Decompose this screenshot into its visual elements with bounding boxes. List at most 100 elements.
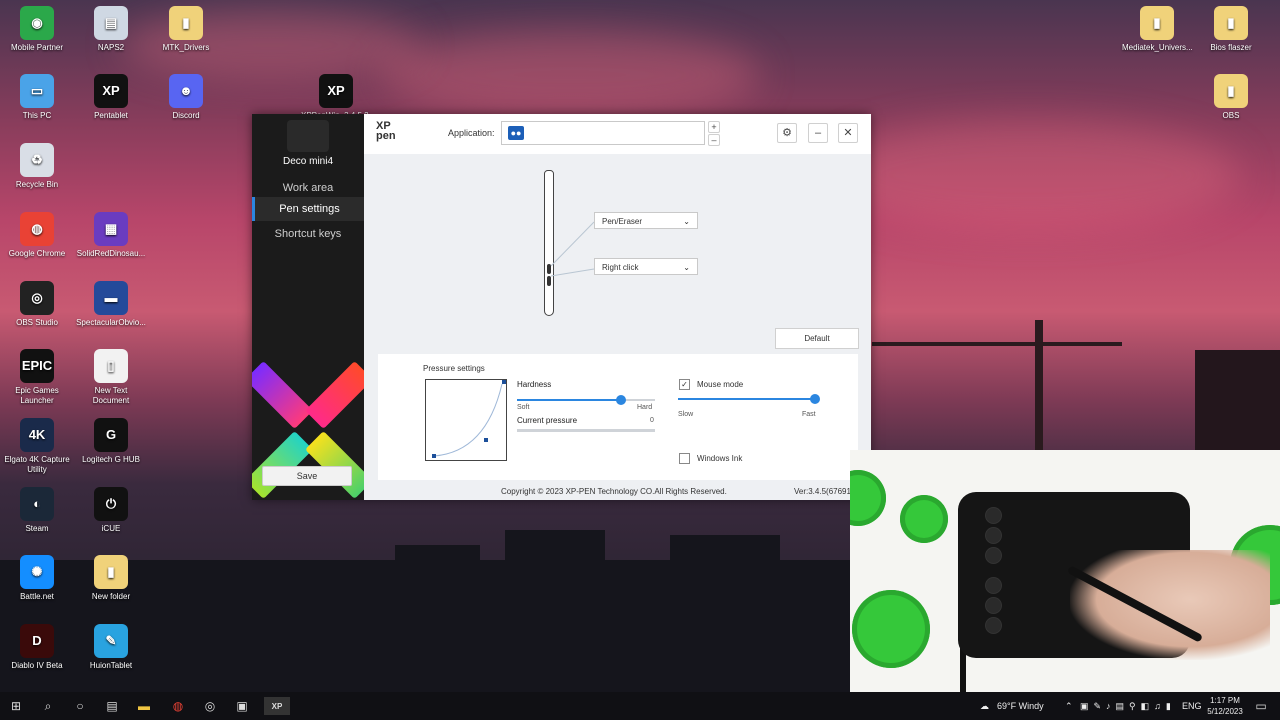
minimize-button[interactable]: – (808, 123, 828, 143)
mouse-mode-label: Mouse mode (697, 380, 744, 389)
weather-icon[interactable]: ☁ (980, 692, 989, 720)
save-button[interactable]: Save (262, 466, 352, 486)
xppen-header: XP pen Application: ●● + – ⚙ – ✕ (364, 114, 871, 154)
desktop-icon-label: Pentablet (94, 111, 128, 120)
pressure-curve-box[interactable] (425, 379, 507, 461)
desktop-icon-glyph: ⏻ (94, 487, 128, 521)
windows-ink-label: Windows Ink (697, 454, 743, 463)
pen-upper-dropdown[interactable]: Pen/Eraser ⌄ (594, 212, 698, 229)
task-view-icon[interactable]: ▤ (103, 697, 121, 715)
remove-app-button[interactable]: – (708, 134, 720, 146)
add-app-button[interactable]: + (708, 121, 720, 133)
decor-stripe (305, 361, 364, 429)
search-icon[interactable]: ⌕ (39, 697, 57, 715)
desktop-icon-glyph: XP (94, 74, 128, 108)
obs-icon[interactable]: ◎ (201, 697, 219, 715)
desktop-icon-label: Steam (25, 524, 49, 533)
desktop-icon-glyph: ▦ (94, 212, 128, 246)
decor-stripe (252, 431, 313, 499)
desktop-icon[interactable]: ▬ SpectacularObvio... (76, 281, 146, 328)
speed-fill (678, 398, 815, 400)
desktop-icon-glyph: ▮ (1140, 6, 1174, 40)
desktop-icon[interactable]: ▭ This PC (2, 74, 72, 121)
desktop-icon-label: This PC (22, 111, 52, 120)
desktop-icon-label: New folder (91, 592, 131, 601)
desktop-icon-glyph: ◉ (20, 6, 54, 40)
clock-time: 1:17 PM (1210, 696, 1240, 705)
close-button[interactable]: ✕ (838, 123, 858, 143)
xppen-taskbar-icon[interactable]: XP (264, 697, 290, 715)
chevron-down-icon: ⌄ (683, 217, 690, 226)
tray-icons[interactable]: ▣✎♪▤⚲◧♫▮ (1080, 692, 1176, 720)
desktop-icon[interactable]: ▮ Bios flaszer (1196, 6, 1266, 53)
desktop-icon[interactable]: 4K Elgato 4K Capture Utility (2, 418, 72, 475)
nav-work-area[interactable]: Work area (252, 178, 364, 198)
desktop-icon[interactable]: ◉ Mobile Partner (2, 6, 72, 53)
mouse-mode-checkbox[interactable]: ✓ (679, 379, 690, 390)
desktop-icon-label: NAPS2 (97, 43, 125, 52)
chrome-icon[interactable]: ◍ (169, 697, 187, 715)
xppen-main: XP pen Application: ●● + – ⚙ – ✕ Pen/Era… (364, 114, 871, 500)
store-icon[interactable]: ▣ (233, 697, 251, 715)
file-explorer-icon[interactable]: ▬ (135, 697, 153, 715)
clock[interactable]: 1:17 PM 5/12/2023 (1205, 695, 1245, 717)
desktop-icon[interactable]: ▮ OBS (1196, 74, 1266, 121)
desktop-icon[interactable]: D Diablo IV Beta (2, 624, 72, 671)
device-name: Deco mini4 (282, 156, 334, 167)
desktop-icon-glyph: ◐ (20, 487, 54, 521)
settings-gear-icon[interactable]: ⚙ (777, 123, 797, 143)
nav-shortcut-keys[interactable]: Shortcut keys (252, 224, 364, 244)
desktop-icon-label: Discord (172, 111, 200, 120)
desktop-icon-label: OBS Studio (16, 318, 58, 327)
windows-ink-checkbox[interactable] (679, 453, 690, 464)
application-selector[interactable]: ●● (501, 121, 705, 145)
hardness-slider-knob[interactable] (615, 395, 626, 405)
start-windows-icon[interactable]: ⊞ (7, 697, 25, 715)
building (1195, 350, 1280, 450)
pen-lower-dropdown[interactable]: Right click ⌄ (594, 258, 698, 275)
cortana-icon[interactable]: ○ (71, 697, 89, 715)
desktop-icon-label: Epic Games Launcher (15, 386, 59, 405)
fast-label: Fast (802, 411, 816, 418)
desktop-icon[interactable]: XP Pentablet (76, 74, 146, 121)
chevron-down-icon: ⌄ (683, 263, 690, 272)
nav-pen-settings[interactable]: Pen settings (252, 197, 364, 221)
desktop-icon-glyph: ◍ (20, 212, 54, 246)
desktop-icon[interactable]: ▮ Mediatek_Univers... (1122, 6, 1193, 53)
device-thumbnail[interactable] (287, 120, 329, 152)
desktop-icon[interactable]: ▮ New folder (76, 555, 146, 602)
desktop-icon[interactable]: G Logitech G HUB (76, 418, 146, 465)
desktop-icon[interactable]: ♻ Recycle Bin (2, 143, 72, 190)
desktop-icon[interactable]: ◎ OBS Studio (2, 281, 72, 328)
desktop-icon[interactable]: EPIC Epic Games Launcher (2, 349, 72, 406)
desktop-icon[interactable]: ◐ Steam (2, 487, 72, 534)
pressure-title: Pressure settings (423, 364, 485, 373)
default-button[interactable]: Default (775, 328, 859, 349)
taskbar: ⊞ ⌕ ○ ▤ ▬ ◍ ◎ ▣ XP ☁ 69°F Windy ⌃ ▣✎♪▤⚲◧… (0, 692, 1280, 720)
desktop-icon-label: Logitech G HUB (82, 455, 140, 464)
desktop-icon[interactable]: ▯ New Text Document (76, 349, 146, 406)
tablet-express-key (986, 548, 1001, 563)
weather-text[interactable]: 69°F Windy (997, 692, 1044, 720)
desktop-icon[interactable]: ⏻ iCUE (76, 487, 146, 534)
desktop-icon-label: OBS (1222, 111, 1240, 120)
desktop-icon-label: HuionTablet (89, 661, 133, 670)
speed-slider-knob[interactable] (809, 394, 820, 404)
notifications-icon[interactable]: ▭ (1252, 697, 1270, 715)
tray-chevron-up-icon[interactable]: ⌃ (1065, 692, 1073, 720)
desktop-icon-label: SpectacularObvio... (76, 318, 146, 327)
language-indicator[interactable]: ENG (1182, 692, 1202, 720)
desktop-icon[interactable]: ▦ SolidRedDinosau... (76, 212, 146, 259)
xppen-sidebar: Deco mini4 Work area Pen settings Shortc… (252, 114, 364, 500)
desktop-icon-glyph: ▮ (1214, 74, 1248, 108)
desktop-icon[interactable]: ▤ NAPS2 (76, 6, 146, 53)
desktop-icon[interactable]: ✎ HuionTablet (76, 624, 146, 671)
tablet-express-key (986, 528, 1001, 543)
application-label: Application: (448, 128, 495, 138)
desktop-icon[interactable]: ▮ MTK_Drivers (151, 6, 221, 53)
desktop-icon-glyph: ▭ (20, 74, 54, 108)
desktop-icon[interactable]: ☻ Discord (151, 74, 221, 121)
decor-stripe (252, 361, 313, 429)
desktop-icon[interactable]: ✺ Battle.net (2, 555, 72, 602)
desktop-icon[interactable]: ◍ Google Chrome (2, 212, 72, 259)
